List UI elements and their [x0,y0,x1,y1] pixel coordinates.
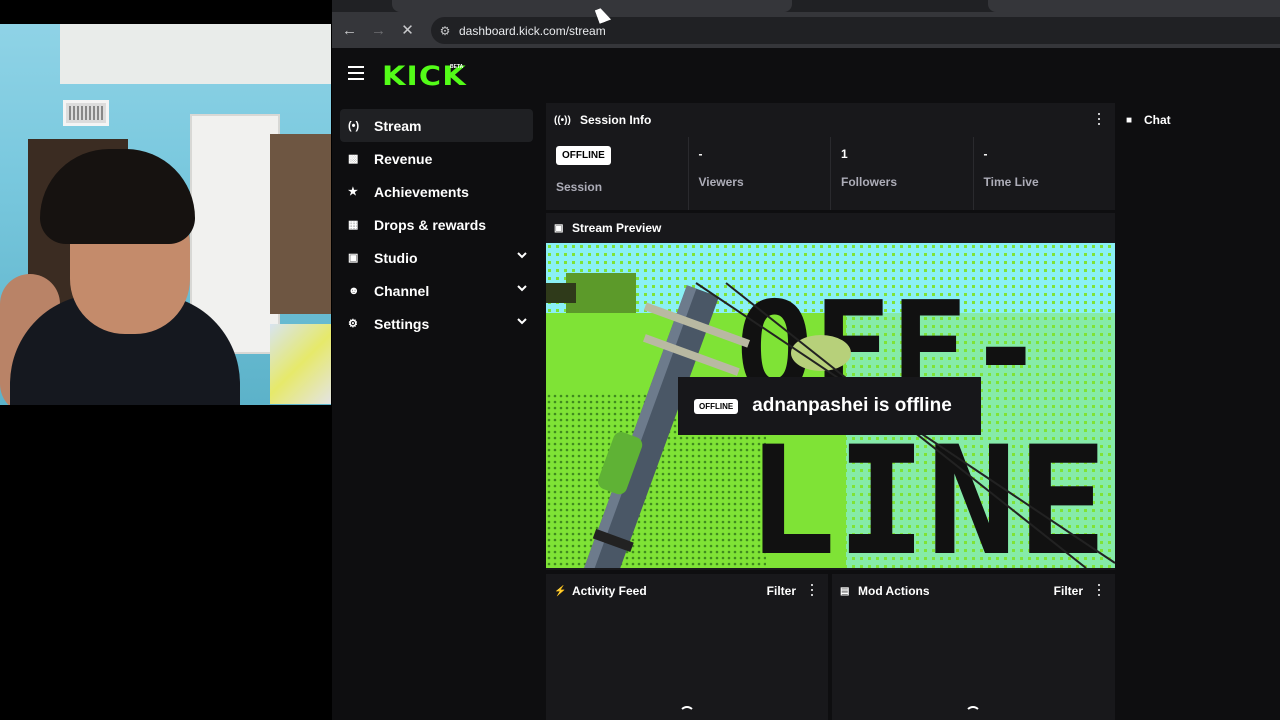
studio-icon: ▣ [348,252,359,264]
loading-spinner [965,706,981,720]
stream-preview-image[interactable]: OFF- LINE OFFLINE adnanpashei is offline [546,243,1115,568]
chart-icon: ▩ [348,153,359,165]
sidebar-nav: (•) Stream ▩ Revenue ★ Achievements ▦ Dr… [340,109,533,340]
more-options-icon[interactable] [1097,113,1101,125]
top-bar: KICK BETA [332,48,1280,100]
browser-toolbar: ← → ✕ ⚙ dashboard.kick.com/stream [332,12,1280,48]
webcam-overlay [0,24,331,405]
offline-message-card: OFFLINE adnanpashei is offline [678,377,981,435]
sidebar-item-drops[interactable]: ▦ Drops & rewards [340,208,533,241]
kick-dashboard: KICK BETA (•) Stream ▩ Revenue ★ Achieve… [332,48,1280,720]
webcam-ceiling [60,24,331,84]
panel-title: Chat [1144,113,1171,127]
chat-bubble-icon: ■ [1126,114,1133,126]
camera-icon: ▣ [554,222,564,234]
chat-panel: ■ Chat [1118,103,1280,720]
chat-header: ■ Chat [1118,103,1280,137]
panel-title: Stream Preview [572,221,662,235]
sidebar-item-revenue[interactable]: ▩ Revenue [340,142,533,175]
stat-viewers: - Viewers [689,137,831,210]
stream-preview-panel: ▣ Stream Preview OFF- LINE OFFLINE adnan… [546,213,1115,570]
sidebar-item-label: Settings [374,315,430,332]
panel-title: Activity Feed [572,584,647,598]
sidebar-item-label: Achievements [374,183,469,200]
trophy-icon: ★ [348,186,358,198]
stat-value: - [698,147,703,161]
panel-title: Session Info [580,113,652,127]
sidebar-item-label: Channel [374,282,430,299]
tab-strip [332,0,1280,12]
lightning-icon: ⚡ [554,585,567,597]
sidebar-item-channel[interactable]: ☻ Channel [340,274,533,307]
chevron-down-icon[interactable] [517,250,527,260]
user-icon: ☻ [348,284,360,297]
sidebar-item-label: Stream [374,117,422,134]
beta-badge: BETA [450,64,464,70]
url-text[interactable]: dashboard.kick.com/stream [459,24,606,38]
stat-value: 1 [841,147,848,161]
sidebar-item-label: Drops & rewards [374,216,487,233]
stat-followers: 1 Followers [831,137,974,210]
sidebar-item-label: Studio [374,249,418,266]
gift-icon: ▦ [348,219,359,231]
site-settings-icon[interactable]: ⚙ [431,24,459,38]
activity-filter-button[interactable]: Filter [767,584,796,598]
session-stats: OFFLINE Session - Viewers 1 Followers - … [546,137,1115,210]
broadcast-icon: (•) [348,119,360,132]
address-bar[interactable]: ⚙ dashboard.kick.com/stream [431,17,1280,44]
forward-arrow-icon[interactable]: → [364,16,393,44]
session-info-panel: ((•)) Session Info OFFLINE Session - Vie… [546,103,1115,210]
hamburger-menu-icon[interactable] [348,66,364,80]
gear-icon: ⚙ [348,318,358,330]
back-arrow-icon[interactable]: ← [335,16,364,44]
stat-session: OFFLINE Session [546,137,689,210]
webcam-bed [270,324,331,404]
session-info-header: ((•)) Session Info [546,103,1115,137]
stat-value: - [983,147,988,161]
more-options-icon[interactable] [1097,584,1101,596]
mod-actions-panel: ▤ Mod Actions Filter [832,574,1115,720]
offline-badge: OFFLINE [694,398,739,414]
sidebar-item-studio[interactable]: ▣ Studio [340,241,533,274]
status-badge: OFFLINE [556,146,611,165]
webcam-shelf [270,134,331,314]
document-icon: ▤ [840,585,850,597]
chevron-down-icon[interactable] [517,316,527,326]
stat-time-live: - Time Live [974,137,1116,210]
chevron-down-icon[interactable] [517,283,527,293]
sidebar-item-achievements[interactable]: ★ Achievements [340,175,533,208]
panel-title: Mod Actions [858,584,930,598]
offline-message: adnanpashei is offline [752,395,952,416]
more-options-icon[interactable] [810,584,814,596]
activity-feed-panel: ⚡ Activity Feed Filter [546,574,828,720]
stat-label: Session [556,180,603,194]
broadcast-icon: ((•)) [554,114,571,126]
stat-label: Viewers [698,175,744,189]
stream-preview-header: ▣ Stream Preview [546,213,1115,243]
sidebar-item-settings[interactable]: ⚙ Settings [340,307,533,340]
browser-tab-active[interactable] [392,0,792,12]
mod-filter-button[interactable]: Filter [1054,584,1083,598]
stat-label: Followers [841,175,898,189]
browser-tab[interactable] [988,0,1280,12]
webcam-vent [63,100,109,126]
loading-spinner [679,706,695,720]
sidebar-item-label: Revenue [374,150,433,167]
browser-window: ← → ✕ ⚙ dashboard.kick.com/stream KICK B… [332,0,1280,720]
sidebar-item-stream[interactable]: (•) Stream [340,109,533,142]
stop-loading-icon[interactable]: ✕ [393,16,422,44]
stat-label: Time Live [983,175,1039,189]
